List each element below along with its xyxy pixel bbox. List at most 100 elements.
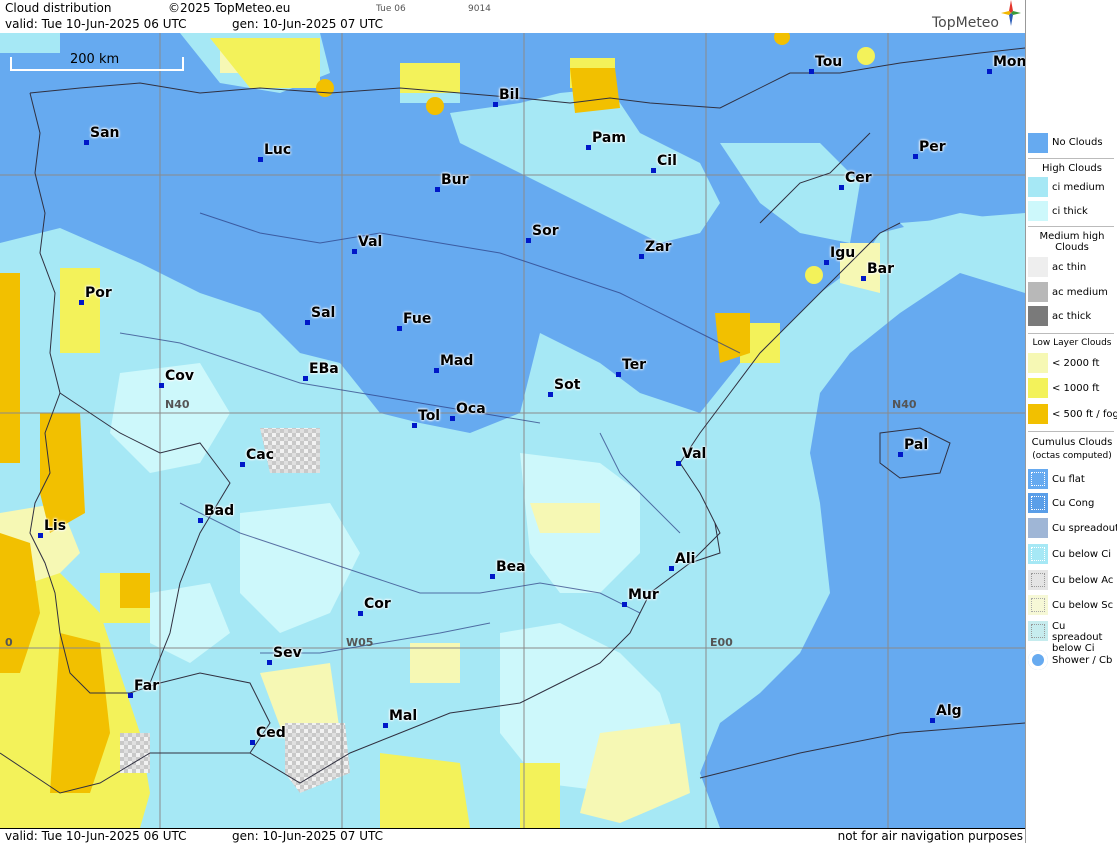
compass-icon <box>1001 0 1021 26</box>
city-label: EBa <box>309 361 339 377</box>
city-dot <box>824 260 829 265</box>
legend-label: Cu below Ci <box>1052 549 1112 560</box>
city-dot <box>79 300 84 305</box>
city-dot <box>397 326 402 331</box>
city-label: Alg <box>936 703 962 719</box>
city-dot <box>303 376 308 381</box>
city-label: Luc <box>264 142 292 158</box>
city-dot <box>622 602 627 607</box>
city-label: Ali <box>675 551 696 567</box>
city-dot <box>38 533 43 538</box>
city-label: Ced <box>256 725 286 741</box>
legend-label: ac thin <box>1052 262 1087 273</box>
city-dot <box>435 187 440 192</box>
city-label: Mal <box>389 708 418 724</box>
legend-label: < 500 ft / fog <box>1052 409 1117 420</box>
footer-disclaimer: not for air navigation purposes <box>837 829 1023 843</box>
swatch-lt2000 <box>1028 353 1048 373</box>
city-label: Lis <box>44 518 67 534</box>
city-label: Cov <box>165 368 195 384</box>
legend-octas-note: (octas computed) <box>1032 451 1112 461</box>
city-dot <box>669 566 674 571</box>
valid-time: valid: Tue 10-Jun-2025 06 UTC <box>5 17 187 31</box>
city-label: Cac <box>246 447 275 463</box>
city-dot <box>616 372 621 377</box>
city-dot <box>258 157 263 162</box>
legend-label: Cu spreadout <box>1052 523 1117 534</box>
city-label: Val <box>358 234 383 250</box>
swatch-ci-medium <box>1028 177 1048 197</box>
swatch-cu-below-ac <box>1028 570 1048 590</box>
scale-label: 200 km <box>70 52 120 67</box>
city-label: Sot <box>554 377 581 393</box>
city-label: Bad <box>204 503 235 519</box>
legend-label: Cu below Sc <box>1052 600 1114 611</box>
legend-panel: No Clouds High Clouds ci medium ci thick… <box>1025 0 1117 843</box>
swatch-cu-spreadout <box>1028 518 1048 538</box>
city-label: Bur <box>441 172 469 188</box>
city-dot <box>267 660 272 665</box>
grid-label-w05: W05 <box>346 636 374 649</box>
swatch-no-clouds <box>1028 133 1048 153</box>
city-dot <box>548 392 553 397</box>
city-label: Sev <box>273 645 302 661</box>
city-dot <box>250 740 255 745</box>
swatch-ci-thick <box>1028 201 1048 221</box>
legend-heading-cumulus: Cumulus Clouds <box>1031 437 1113 448</box>
city-label: Por <box>85 285 112 301</box>
legend-label: No Clouds <box>1052 137 1103 148</box>
legend-label: Cu flat <box>1052 474 1085 485</box>
city-dot <box>639 254 644 259</box>
legend-label: Cu spreadout below Ci <box>1052 621 1103 654</box>
header-bar: Cloud distribution ©2025 TopMeteo.eu val… <box>0 0 1025 34</box>
city-label: Zar <box>645 239 672 255</box>
city-dot <box>412 423 417 428</box>
generated-time: gen: 10-Jun-2025 07 UTC <box>232 17 384 31</box>
cloud-field <box>0 33 1025 828</box>
topmeteo-logo[interactable]: TopMeteo <box>926 0 1021 33</box>
city-dot <box>676 461 681 466</box>
city-dot <box>128 693 133 698</box>
city-label: Val <box>682 446 707 462</box>
legend-label: ci thick <box>1052 206 1088 217</box>
legend-label: < 1000 ft <box>1052 383 1100 394</box>
swatch-ac-thin <box>1028 257 1048 277</box>
city-dot <box>987 69 992 74</box>
grid-label-n40-west: N40 <box>165 398 190 411</box>
legend-label: Cu Cong <box>1052 498 1095 509</box>
city-label: Igu <box>830 245 856 261</box>
grid-label-e00: E00 <box>710 636 733 649</box>
city-label: Cer <box>845 170 872 186</box>
legend-heading-low: Low Layer Clouds <box>1032 338 1112 348</box>
swatch-cu-cong <box>1028 493 1048 513</box>
legend-label: Shower / Cb <box>1052 655 1113 666</box>
city-dot <box>651 168 656 173</box>
city-dot <box>383 723 388 728</box>
map-title: Cloud distribution <box>5 1 112 15</box>
city-label: Pam <box>592 130 626 146</box>
swatch-ac-medium <box>1028 282 1048 302</box>
city-label: Fue <box>403 311 432 327</box>
city-dot <box>861 276 866 281</box>
city-label: Ter <box>622 357 647 373</box>
grid-label-w10: 0 <box>5 636 13 649</box>
legend-label: ac thick <box>1052 311 1092 322</box>
city-label: Mon <box>993 54 1025 70</box>
swatch-lt500 <box>1028 404 1048 424</box>
city-dot <box>240 462 245 467</box>
city-dot <box>493 102 498 107</box>
city-dot <box>526 238 531 243</box>
city-dot <box>930 718 935 723</box>
swatch-cu-below-sc <box>1028 595 1048 615</box>
cloud-map[interactable]: 200 km N40 N40 W05 E00 0 Bil Tou Mon San… <box>0 33 1025 828</box>
legend-label: ac medium <box>1052 287 1108 298</box>
city-label: Tou <box>815 54 843 70</box>
city-label: Mad <box>440 353 474 369</box>
city-label: Per <box>919 139 946 155</box>
swatch-cu-spreadout-below-ci <box>1028 621 1048 641</box>
copyright-text: ©2025 TopMeteo.eu <box>168 1 291 15</box>
city-dot <box>490 574 495 579</box>
legend-label: Cu below Ac <box>1052 575 1114 586</box>
footer-generated-time: gen: 10-Jun-2025 07 UTC <box>232 829 384 843</box>
grid-label-n40-east: N40 <box>892 398 917 411</box>
